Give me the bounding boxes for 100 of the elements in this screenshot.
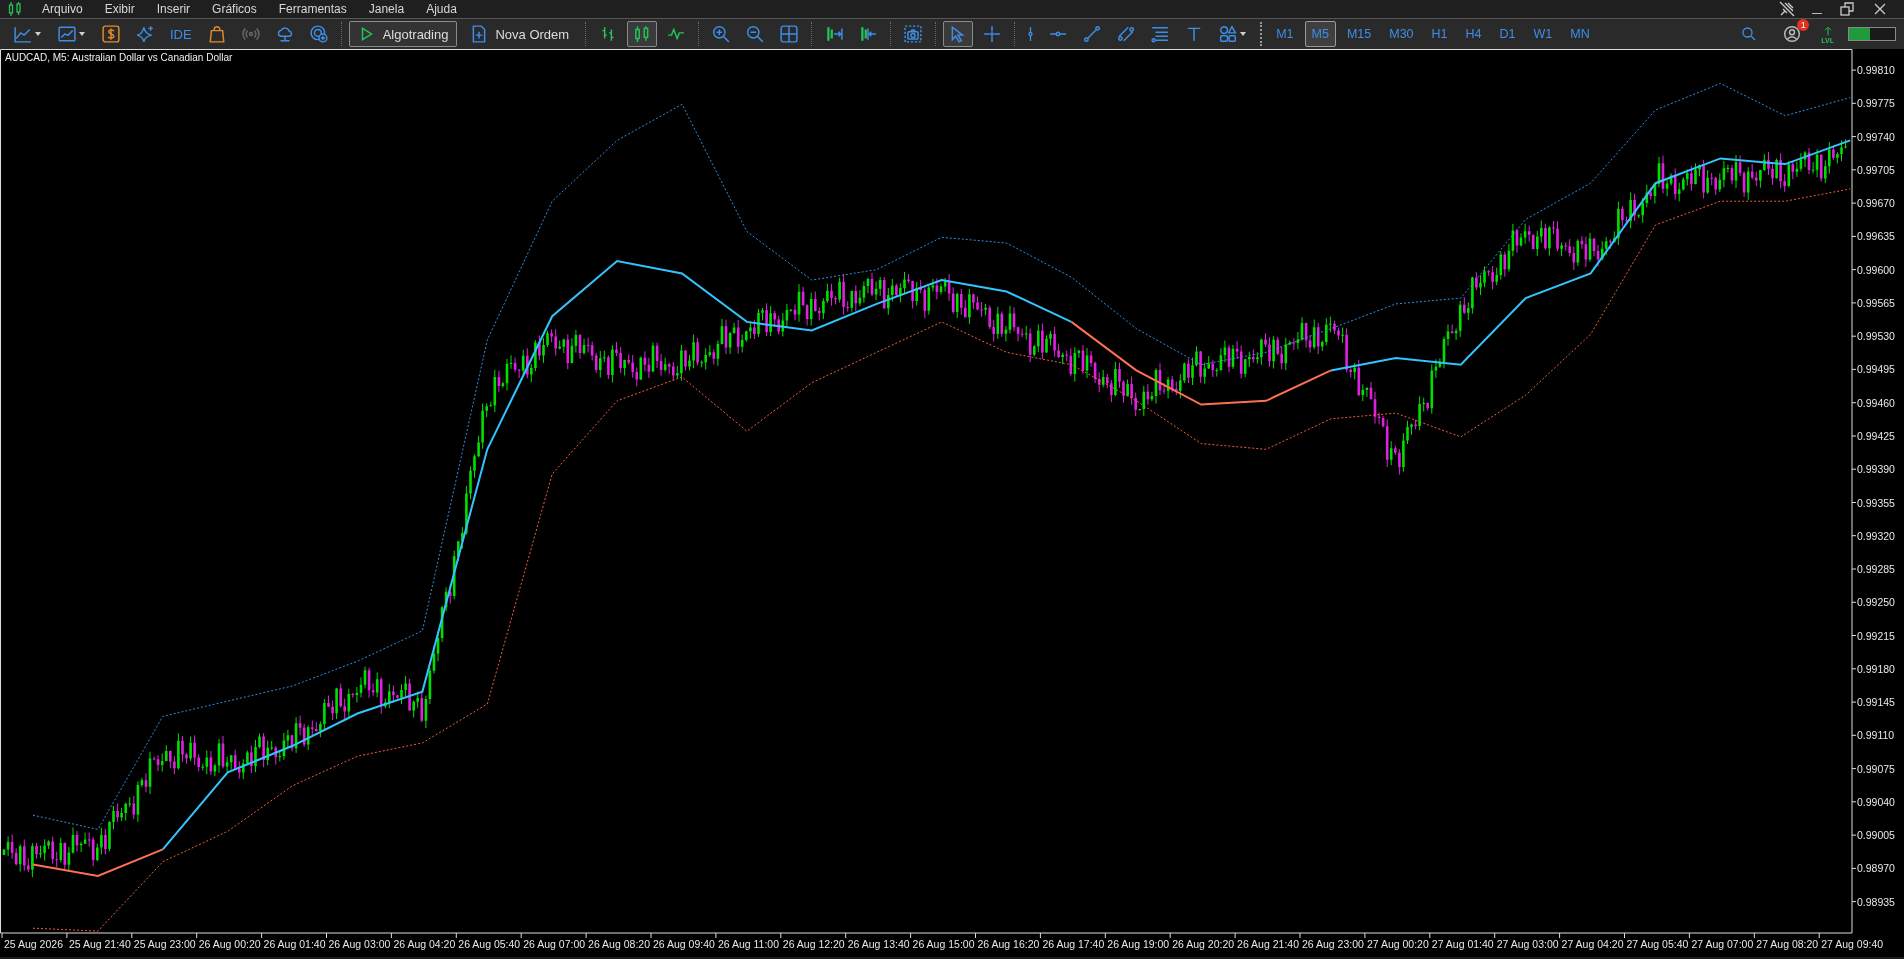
price-label: 0.99670 <box>1857 197 1895 210</box>
price-label: 0.99810 <box>1857 64 1895 77</box>
time-label: 26 Aug 12:20 <box>782 938 845 950</box>
price-label: 0.99460 <box>1857 396 1895 409</box>
time-label: 26 Aug 04:20 <box>393 938 456 950</box>
menu-item[interactable]: Arquivo <box>31 1 94 17</box>
timeframe-tab[interactable]: MN <box>1563 21 1597 47</box>
time-label: 26 Aug 20:20 <box>1172 938 1235 950</box>
price-label: 0.99250 <box>1857 596 1895 609</box>
time-label: 27 Aug 00:20 <box>1366 938 1429 950</box>
time-label: 27 Aug 05:40 <box>1626 938 1689 950</box>
zoom-in-icon <box>712 25 731 43</box>
chart-title: AUDCAD, M5: Australian Dollar vs Canadian Dollar <box>5 52 233 63</box>
time-label: 26 Aug 19:00 <box>1107 938 1170 950</box>
price-label: 0.99530 <box>1857 330 1895 343</box>
unpin-icon <box>1779 1 1795 17</box>
zoom-out-icon <box>746 25 765 43</box>
timeframe-tab[interactable]: M1 <box>1269 21 1301 47</box>
time-label: 26 Aug 16:20 <box>977 938 1040 950</box>
price-label: 0.99600 <box>1857 263 1895 276</box>
algo-trading-button[interactable]: Algotrading <box>348 21 458 47</box>
price-label: 0.99495 <box>1857 363 1895 376</box>
candlestick-button[interactable] <box>627 21 658 47</box>
caret-icon <box>1239 30 1248 38</box>
price-label: 0.99180 <box>1857 662 1895 675</box>
grid-icon <box>780 25 799 43</box>
chart-window-icon <box>58 25 76 43</box>
price-label: 0.99215 <box>1857 629 1895 642</box>
price-label: 0.99075 <box>1857 762 1895 775</box>
time-label: 27 Aug 08:20 <box>1756 938 1819 950</box>
arrow-left-icon <box>859 25 878 43</box>
line-chart-icon <box>14 25 32 43</box>
new-order-button[interactable]: Nova Ordem <box>461 21 579 47</box>
shapes-icon <box>1219 25 1238 43</box>
price-label: 0.99775 <box>1857 97 1895 110</box>
time-label: 26 Aug 15:00 <box>912 938 975 950</box>
search-icon <box>1741 26 1758 42</box>
price-label: 0.99740 <box>1857 130 1895 143</box>
minimize-icon <box>1812 12 1822 14</box>
caret-icon <box>34 30 42 38</box>
time-label: 26 Aug 00:20 <box>198 938 261 950</box>
price-label: 0.99005 <box>1857 829 1895 842</box>
time-label: 26 Aug 23:00 <box>1302 938 1364 950</box>
restore-icon <box>1839 1 1855 17</box>
price-label: 0.99565 <box>1857 296 1895 309</box>
price-label: 0.99320 <box>1857 529 1895 542</box>
menu-item[interactable]: Ferramentas <box>267 1 358 17</box>
time-label: 26 Aug 21:40 <box>1237 938 1299 950</box>
price-label: 0.99110 <box>1857 729 1895 742</box>
shift-right-icon <box>825 25 844 43</box>
channel-icon <box>1117 25 1136 43</box>
menu-item[interactable]: Exibir <box>93 1 146 17</box>
price-label: 0.99355 <box>1857 496 1895 509</box>
menu-item[interactable]: Inserir <box>145 1 202 17</box>
account-button[interactable]: 1 <box>1777 21 1808 47</box>
dollar-icon <box>102 25 120 43</box>
timeframe-tab[interactable]: H1 <box>1424 21 1455 47</box>
time-label: 26 Aug 07:00 <box>523 938 586 950</box>
time-label: 25 Aug 21:40 <box>68 938 131 950</box>
price-label: 0.99705 <box>1857 163 1895 176</box>
shopping-bag-icon <box>207 25 226 43</box>
trend-line-icon <box>1083 25 1102 43</box>
globe-plus-icon <box>309 25 328 43</box>
time-label: 26 Aug 03:00 <box>328 938 391 950</box>
lines-icon <box>1151 25 1170 43</box>
signal-waves-icon <box>241 25 260 43</box>
timeframe-tab[interactable]: M30 <box>1382 21 1421 47</box>
time-label: 26 Aug 13:40 <box>847 938 910 950</box>
vertical-line-icon <box>1028 25 1034 43</box>
time-label: 26 Aug 09:40 <box>653 938 715 950</box>
time-label: 27 Aug 03:00 <box>1496 938 1559 950</box>
timeframe-tab[interactable]: W1 <box>1526 21 1560 47</box>
price-label: 0.99285 <box>1857 563 1895 575</box>
time-label: 26 Aug 08:20 <box>588 938 650 950</box>
candlestick-icon <box>7 1 23 17</box>
caret-icon <box>78 30 86 38</box>
menu-item[interactable]: Janela <box>357 1 416 17</box>
cursor-button[interactable] <box>943 21 974 47</box>
price-label: 0.99425 <box>1857 430 1895 442</box>
time-label: 26 Aug 11:00 <box>717 938 780 950</box>
cloud-icon <box>275 25 294 43</box>
price-label: 0.99145 <box>1857 696 1895 709</box>
menu-item[interactable]: Gráficos <box>201 1 268 17</box>
crosshair-icon <box>983 25 1002 43</box>
time-label: 26 Aug 05:40 <box>458 938 521 950</box>
time-label: 25 Aug 23:00 <box>133 938 196 950</box>
ide-button[interactable]: IDE <box>164 21 198 47</box>
timeframe-tab[interactable]: D1 <box>1492 21 1523 47</box>
arrow-up-icon <box>1822 24 1833 37</box>
camera-icon <box>904 25 923 43</box>
price-label: 0.99635 <box>1857 230 1895 243</box>
time-label: 27 Aug 01:40 <box>1431 938 1494 950</box>
price-label: 0.99040 <box>1857 795 1895 808</box>
time-label: 25 Aug 2026 <box>4 938 63 950</box>
price-label: 0.99390 <box>1857 463 1895 476</box>
timeframe-tab[interactable]: M15 <box>1339 21 1379 47</box>
timeframe-tab[interactable]: H4 <box>1458 21 1489 47</box>
menu-item[interactable]: Ajuda <box>415 1 468 17</box>
time-label: 27 Aug 07:00 <box>1691 938 1754 950</box>
timeframe-tab[interactable]: M5 <box>1304 21 1336 47</box>
